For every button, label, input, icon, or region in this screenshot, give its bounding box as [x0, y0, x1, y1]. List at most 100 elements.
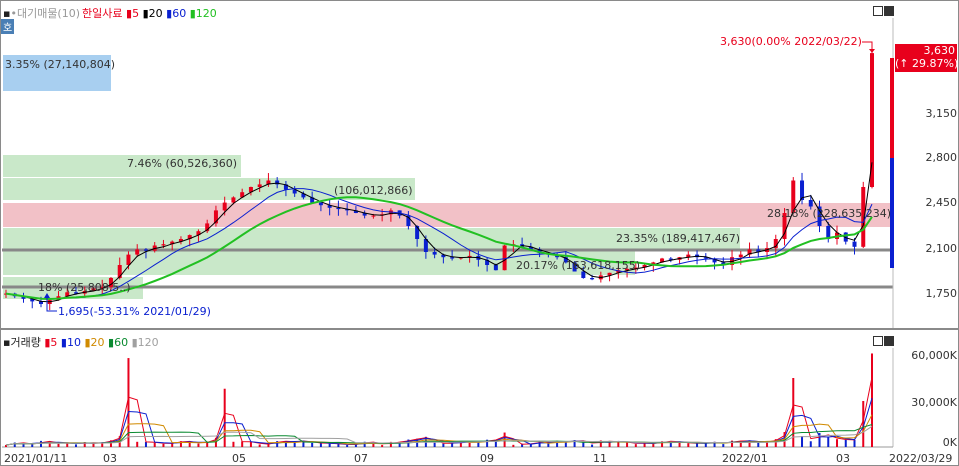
x-axis-label: 03	[836, 452, 850, 465]
candle-body[interactable]	[231, 197, 236, 203]
volume-bar[interactable]	[696, 443, 699, 447]
vol-ma10-line	[5, 398, 873, 446]
vol-ma120-legend[interactable]: ▮120	[132, 336, 159, 349]
volume-profile-label: 20.17% (163,618,155)	[516, 259, 641, 272]
low-annotation: 1,695(-53.31% 2021/01/29)	[58, 305, 211, 318]
volume-bar[interactable]	[477, 442, 480, 447]
ma60-legend[interactable]: ▮60	[166, 7, 186, 20]
volume-bar[interactable]	[136, 441, 139, 447]
candle-body[interactable]	[143, 249, 148, 251]
volume-restore-button[interactable]	[873, 336, 883, 346]
volume-bar[interactable]	[249, 442, 252, 447]
candle-body[interactable]	[135, 249, 140, 255]
candle-body[interactable]	[808, 200, 813, 207]
volume-bar[interactable]	[757, 442, 760, 447]
current-price-box: 3,630 (↑ 29.87%)	[895, 44, 958, 72]
volume-bar[interactable]	[39, 440, 42, 447]
volume-bar[interactable]	[687, 443, 690, 447]
x-axis-label: 05	[232, 452, 246, 465]
volume-legend-name: 거래량	[10, 336, 41, 349]
volume-bar[interactable]	[381, 445, 384, 447]
volume-bar[interactable]	[258, 444, 261, 447]
vol-ma5-legend[interactable]: ▮5	[44, 336, 57, 349]
candle-body[interactable]	[222, 202, 227, 211]
candle-body[interactable]	[161, 244, 166, 246]
volume-moving-averages	[5, 377, 873, 446]
volume-bar[interactable]	[57, 443, 60, 447]
volume-bar[interactable]	[197, 443, 200, 447]
x-axis-label: 07	[354, 452, 368, 465]
volume-bar[interactable]	[652, 444, 655, 447]
volume-bar[interactable]	[232, 441, 235, 447]
ma120-legend[interactable]: ▮120	[190, 7, 217, 20]
volume-profile-label: 28.18% (228,635,234)	[767, 207, 892, 220]
close-button[interactable]	[884, 6, 894, 16]
candle-body[interactable]	[415, 226, 420, 239]
volume-bar[interactable]	[433, 442, 436, 447]
volume-bar[interactable]	[512, 444, 515, 447]
x-axis-label: 03	[103, 452, 117, 465]
volume-bar[interactable]	[74, 444, 77, 447]
side-tab[interactable]: 호	[1, 19, 15, 34]
restore-button[interactable]	[873, 6, 883, 16]
volume-bar[interactable]	[853, 440, 856, 447]
volume-bar[interactable]	[346, 445, 349, 447]
volume-bar[interactable]	[223, 388, 226, 447]
volume-bar[interactable]	[836, 439, 839, 447]
chart-canvas[interactable]	[0, 0, 959, 466]
volume-close-button[interactable]	[884, 336, 894, 346]
volume-bar[interactable]	[31, 444, 34, 447]
vol-ma20-legend[interactable]: ▮20	[84, 336, 104, 349]
candle-body[interactable]	[738, 254, 743, 258]
volume-bar[interactable]	[319, 442, 322, 447]
candle-body[interactable]	[126, 254, 131, 265]
volume-bar[interactable]	[162, 443, 165, 447]
candle-body[interactable]	[502, 245, 507, 271]
volume-bar[interactable]	[153, 442, 156, 447]
volume-bar[interactable]	[328, 443, 331, 447]
volume-bar[interactable]	[678, 442, 681, 447]
volume-bar[interactable]	[591, 444, 594, 447]
vol-ma120-line	[5, 425, 873, 446]
volume-bar[interactable]	[311, 442, 314, 447]
volume-bar[interactable]	[827, 436, 830, 447]
price-axis-label: 3,150	[925, 107, 958, 120]
volume-axis-label: 60,000K	[911, 349, 957, 362]
candle-body[interactable]	[590, 278, 595, 280]
volume-bar[interactable]	[634, 444, 637, 447]
volume-bar[interactable]	[442, 443, 445, 447]
candle-body[interactable]	[493, 265, 498, 271]
volume-bars	[5, 353, 873, 447]
volume-bar[interactable]	[801, 436, 804, 447]
x-axis-label: 2022/03/29	[889, 452, 953, 465]
volume-bar[interactable]	[13, 442, 16, 447]
volume-bar[interactable]	[92, 443, 95, 447]
candle-body[interactable]	[432, 252, 437, 255]
price-axis-label: 2,450	[925, 196, 958, 209]
volume-profile	[3, 55, 891, 299]
volume-bar[interactable]	[241, 441, 244, 447]
volume-bar[interactable]	[844, 439, 847, 447]
volume-bar[interactable]	[538, 441, 541, 447]
volume-bar[interactable]	[731, 440, 734, 447]
volume-bar[interactable]	[564, 442, 567, 447]
ma5-legend[interactable]: ▮5	[126, 7, 139, 20]
candle-body[interactable]	[371, 215, 376, 217]
volume-bar[interactable]	[144, 441, 147, 447]
current-price: 3,630	[923, 44, 956, 57]
price-axis-label: 2,800	[925, 151, 958, 164]
ma20-legend[interactable]: ▮20	[143, 7, 163, 20]
legend-indicator[interactable]: •대기매물(10)	[10, 7, 80, 20]
volume-bar[interactable]	[626, 442, 629, 447]
candle-body[interactable]	[870, 53, 874, 187]
vol-ma60-legend[interactable]: ▮60	[108, 336, 128, 349]
volume-bar[interactable]	[809, 441, 812, 447]
legend-stock-name: 한일사료	[82, 7, 123, 20]
price-axis-label: 1,750	[925, 287, 958, 300]
volume-bar[interactable]	[722, 444, 725, 447]
candle-body[interactable]	[581, 271, 586, 279]
candle-body[interactable]	[257, 184, 262, 187]
candle-body[interactable]	[852, 241, 857, 247]
vol-ma10-legend[interactable]: ▮10	[61, 336, 81, 349]
candle-body[interactable]	[318, 202, 323, 206]
